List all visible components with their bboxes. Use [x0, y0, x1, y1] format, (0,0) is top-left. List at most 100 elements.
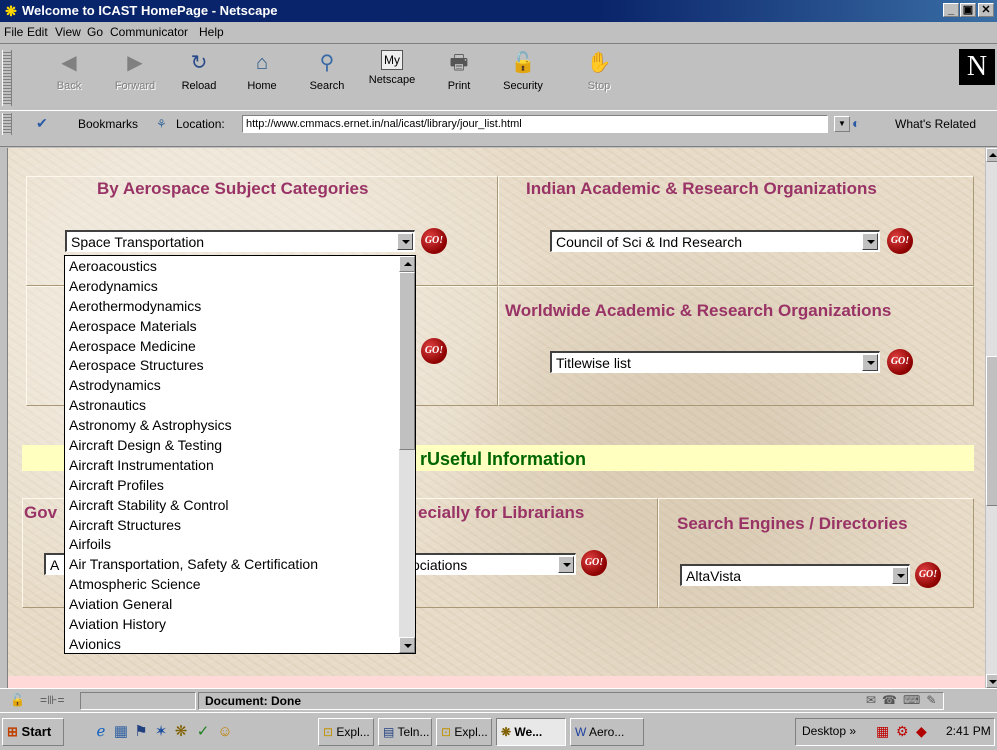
close-button[interactable]: ✕ — [978, 3, 994, 17]
desktop-quicklaunch-icon[interactable]: ▦ — [112, 723, 130, 741]
dropdown-option[interactable]: Aviation History — [65, 614, 415, 634]
home-icon: ⌂ — [255, 52, 269, 74]
whats-related-button[interactable]: What's Related — [895, 117, 976, 131]
netscape-quicklaunch-icon[interactable]: ❋ — [172, 723, 190, 741]
librarians-go-button[interactable]: GO! — [581, 550, 607, 576]
reload-button[interactable]: ↻ Reload — [170, 50, 228, 104]
dropdown-option[interactable]: Aircraft Profiles — [65, 475, 415, 495]
dropdown-option[interactable]: Aerodynamics — [65, 276, 415, 296]
tray-realplayer-icon[interactable]: ◆ — [916, 723, 927, 740]
location-grip[interactable] — [2, 113, 12, 135]
menu-view[interactable]: View — [55, 25, 81, 39]
dropdown-option[interactable]: Atmospheric Science — [65, 574, 415, 594]
url-history-dropdown[interactable]: ▼ — [834, 116, 850, 132]
minimize-button[interactable]: _ — [943, 3, 959, 17]
menu-go[interactable]: Go — [87, 25, 103, 39]
dropdown-option[interactable]: Astronomy & Astrophysics — [65, 415, 415, 435]
start-button[interactable]: ⊞ Start — [2, 718, 64, 746]
forward-button[interactable]: ▶ Forward — [106, 50, 164, 104]
dropdown-option[interactable]: Astronautics — [65, 395, 415, 415]
dropdown-option[interactable]: Aeroacoustics — [65, 256, 415, 276]
toolbar-grip[interactable] — [2, 50, 12, 106]
menu-file[interactable]: File — [4, 25, 23, 39]
netscape-app-icon: ❋ — [5, 3, 17, 19]
url-input[interactable]: http://www.cmmacs.ernet.in/nal/icast/lib… — [242, 115, 828, 133]
security-button[interactable]: 🔓 Security — [494, 50, 552, 104]
stop-button[interactable]: ✋ Stop — [570, 50, 628, 104]
desktop-toolbar-button[interactable]: Desktop » — [802, 724, 856, 738]
search-engines-select-arrow[interactable] — [892, 567, 908, 584]
print-button[interactable]: 🖶 Print — [430, 50, 488, 104]
app-quicklaunch-icon-4[interactable]: ☺ — [216, 723, 234, 741]
dropdown-option[interactable]: Airfoils — [65, 534, 415, 554]
subject-select-arrow[interactable] — [397, 233, 413, 250]
dropdown-option[interactable]: Avionics — [65, 634, 415, 653]
librarians-select-arrow[interactable] — [558, 556, 574, 573]
indian-org-select-arrow[interactable] — [862, 233, 878, 250]
librarians-heading: ecially for Librarians — [418, 503, 585, 522]
search-engines-go-button[interactable]: GO! — [915, 562, 941, 588]
app-quicklaunch-icon-1[interactable]: ⚑ — [132, 723, 150, 741]
dropdown-option[interactable]: Astrodynamics — [65, 375, 415, 395]
worldwide-org-select-arrow[interactable] — [862, 354, 878, 371]
worldwide-org-selected-value: Titlewise list — [556, 355, 631, 371]
window-titlebar[interactable]: ❋ Welcome to ICAST HomePage - Netscape _… — [0, 0, 997, 22]
dropdown-option[interactable]: Air Transportation, Safety & Certificati… — [65, 554, 415, 574]
page-scroll-down[interactable] — [986, 674, 997, 688]
dropdown-scroll-thumb[interactable] — [399, 272, 415, 450]
bookmarks-button[interactable]: Bookmarks — [78, 117, 138, 131]
dropdown-scroll-down[interactable] — [399, 637, 415, 653]
back-button[interactable]: ◀ Back — [40, 50, 98, 104]
my-netscape-button[interactable]: My Netscape — [363, 50, 421, 104]
dropdown-option[interactable]: Aircraft Stability & Control — [65, 495, 415, 515]
back-arrow-icon: ◀ — [61, 52, 77, 74]
dropdown-option[interactable]: Aerospace Medicine — [65, 336, 415, 356]
indian-org-go-button[interactable]: GO! — [887, 228, 913, 254]
page-vertical-scrollbar[interactable] — [985, 148, 997, 688]
clock[interactable]: 2:41 PM — [946, 724, 991, 738]
task-explorer-1[interactable]: ⊡ Expl... — [318, 718, 374, 746]
subject-go-button[interactable]: GO! — [421, 228, 447, 254]
dropdown-option[interactable]: Aerothermodynamics — [65, 296, 415, 316]
dropdown-option[interactable]: Aircraft Design & Testing — [65, 435, 415, 455]
dropdown-scrollbar[interactable] — [399, 256, 415, 653]
tray-app-icon[interactable]: ▦ — [876, 723, 889, 740]
indian-org-select[interactable]: Council of Sci & Ind Research — [550, 230, 880, 252]
dropdown-option[interactable]: Aerospace Materials — [65, 316, 415, 336]
app-quicklaunch-icon-3[interactable]: ✓ — [194, 723, 212, 741]
app-quicklaunch-icon-2[interactable]: ✶ — [152, 723, 170, 741]
task-explorer-2[interactable]: ⊡ Expl... — [436, 718, 492, 746]
collapsed-toolbar-tab[interactable] — [0, 137, 997, 147]
worldwide-org-select[interactable]: Titlewise list — [550, 351, 880, 373]
online-status-icon[interactable]: =⊪= — [34, 692, 78, 710]
subject-dropdown-list[interactable]: Aeroacoustics Aerodynamics Aerothermodynam… — [64, 255, 416, 654]
page-scroll-up[interactable] — [986, 148, 997, 162]
security-status-icon[interactable]: 🔓 — [4, 692, 32, 710]
component-bar-icons[interactable]: ✉☎⌨✎ — [860, 692, 990, 710]
dropdown-option[interactable]: Aviation General — [65, 594, 415, 614]
tray-network-icon[interactable]: ⚙ — [896, 723, 909, 740]
subject-select[interactable]: Space Transportation — [65, 230, 415, 252]
middle-left-go-button[interactable]: GO! — [421, 338, 447, 364]
menu-help[interactable]: Help — [199, 25, 224, 39]
menu-communicator[interactable]: Communicator — [110, 25, 188, 39]
status-bar: 🔓 =⊪= Document: Done ✉☎⌨✎ — [0, 688, 997, 712]
page-scroll-thumb[interactable] — [986, 356, 997, 506]
dropdown-option[interactable]: Aerospace Structures — [65, 355, 415, 375]
netscape-logo[interactable]: N — [959, 49, 995, 85]
worldwide-org-go-button[interactable]: GO! — [887, 349, 913, 375]
ie-quicklaunch-icon[interactable]: ℯ — [92, 723, 110, 741]
search-engines-select[interactable]: AltaVista — [680, 564, 910, 586]
home-button[interactable]: ⌂ Home — [233, 50, 291, 104]
search-button[interactable]: ⚲ Search — [298, 50, 356, 104]
task-word-aero[interactable]: W Aero... — [570, 718, 644, 746]
dropdown-scroll-up[interactable] — [399, 256, 415, 272]
task-telnet[interactable]: ▤ Teln... — [378, 718, 432, 746]
dropdown-option[interactable]: Aircraft Structures — [65, 515, 415, 535]
subject-selected-value: Space Transportation — [71, 234, 205, 250]
menu-edit[interactable]: Edit — [27, 25, 48, 39]
dropdown-option[interactable]: Aircraft Instrumentation — [65, 455, 415, 475]
librarians-select[interactable]: ociations — [408, 553, 576, 575]
task-netscape-active[interactable]: ❋ We... — [496, 718, 566, 746]
maximize-button[interactable]: ▣ — [960, 3, 976, 17]
